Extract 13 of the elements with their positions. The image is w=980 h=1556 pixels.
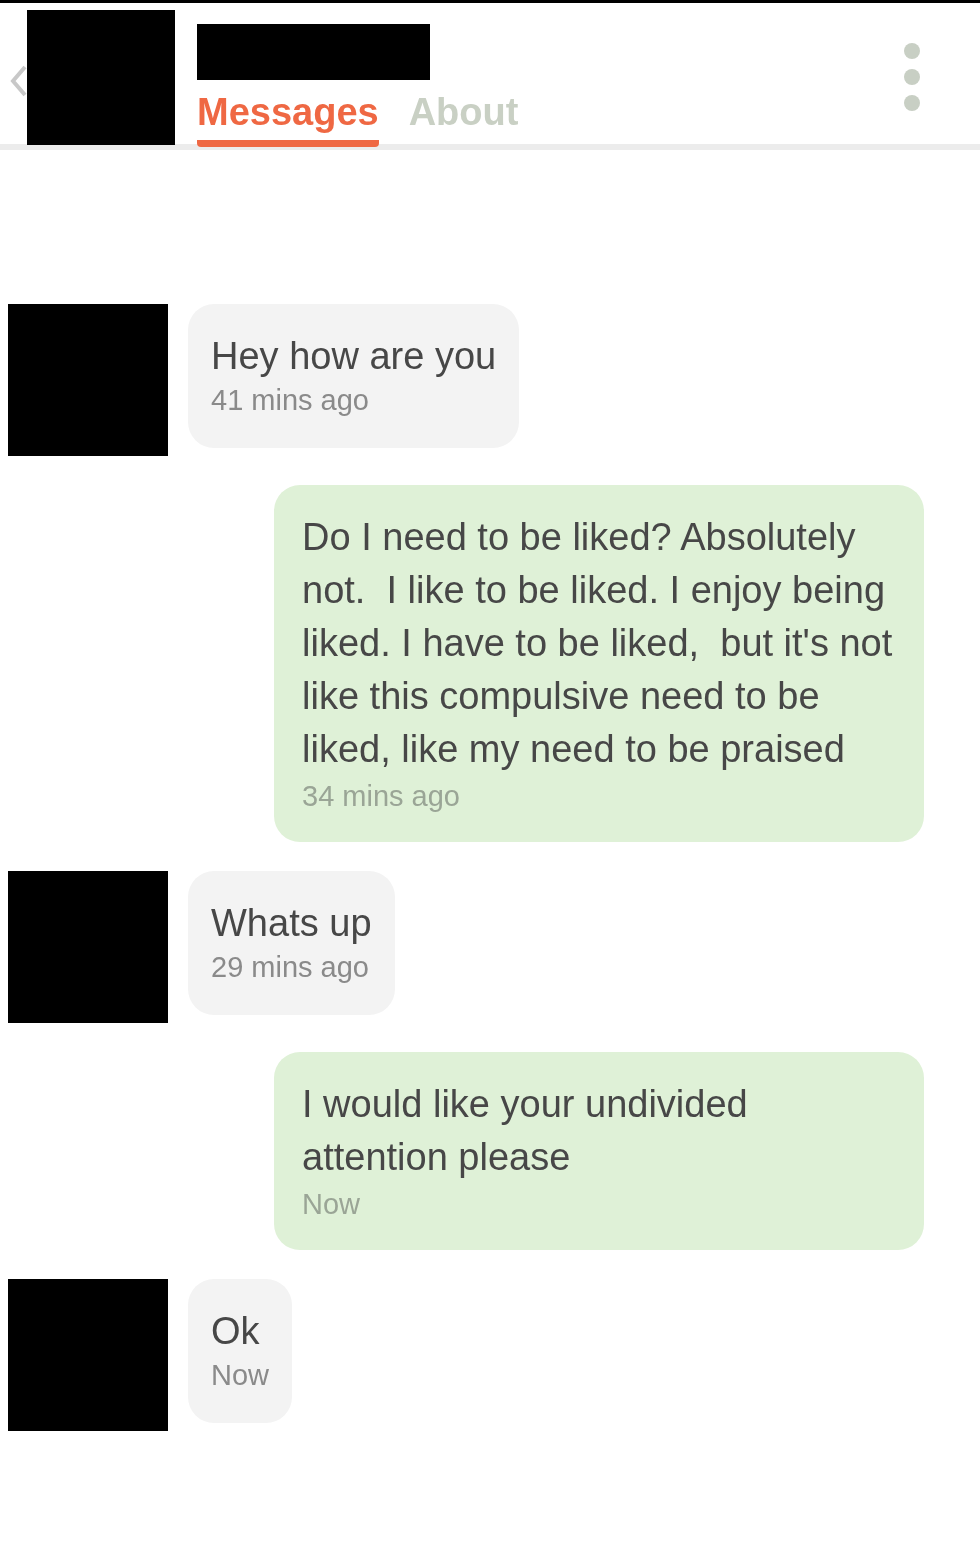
tab[interactable]: Messages <box>197 90 379 147</box>
message-text: Whats up <box>211 901 372 946</box>
message-time: Now <box>211 1358 269 1393</box>
message-time: 29 mins ago <box>211 950 370 985</box>
message-text: Do I need to be liked? Absolutely not. I like to be liked. I enjoy being liked. I have to be liked, but it's not like this compulsive need to be liked, like my need to be praised <box>302 515 894 772</box>
message-text: Hey how are you <box>211 334 497 379</box>
back-chevron-icon[interactable] <box>10 65 28 97</box>
tab[interactable]: About <box>408 90 519 147</box>
message-time: 34 mins ago <box>302 779 461 814</box>
message-text: I would like your undivided attention please <box>302 1082 749 1180</box>
message-time: Now <box>302 1187 361 1222</box>
message-time: 41 mins ago <box>211 383 370 418</box>
message-text: Ok <box>211 1309 261 1354</box>
